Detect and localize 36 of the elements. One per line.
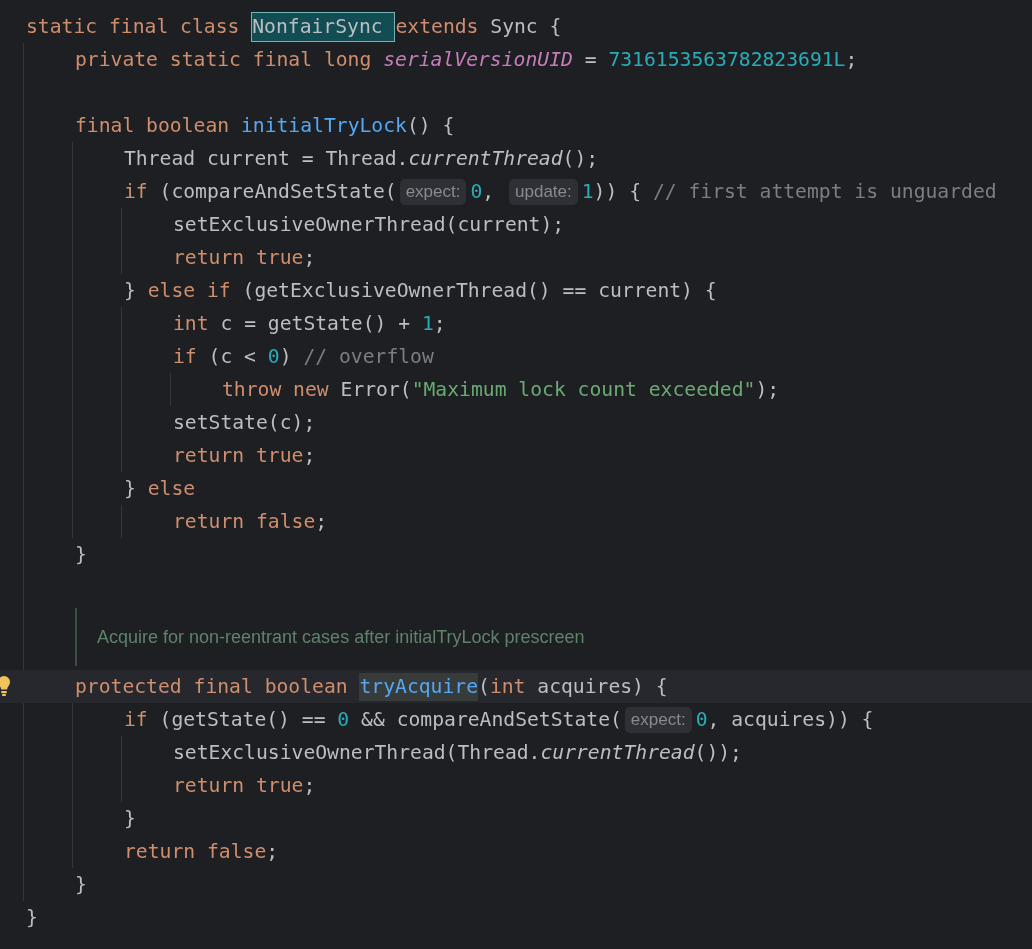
code-text: return false;: [173, 508, 328, 535]
selected-identifier: NonfairSync: [251, 11, 396, 42]
lightbulb-icon[interactable]: [0, 675, 10, 697]
code-text: 0,: [470, 178, 496, 205]
usage-highlight: tryAcquire: [359, 672, 478, 701]
code-text: setState(c);: [173, 409, 316, 436]
code-text: throw new Error("Maximum lock count exceeded");: [222, 376, 780, 403]
parameter-hint: expect:: [624, 706, 692, 733]
code-text: return false;: [124, 838, 279, 865]
code-text: protected final boolean: [75, 673, 349, 700]
doc-comment: Acquire for non-reentrant cases after initialTryLock prescreen: [75, 608, 585, 666]
code-text: }: [75, 871, 87, 898]
code-text: return true;: [173, 772, 316, 799]
code-text: 1)) { // first attempt is unguarded: [581, 178, 997, 205]
code-text: final boolean initialTryLock() {: [75, 112, 455, 139]
code-text: setExclusiveOwnerThread(Thread.currentThread());: [173, 739, 742, 766]
code-text: int c = getState() + 1;: [173, 310, 446, 337]
code-text: return true;: [173, 244, 316, 271]
code-text: 0, acquires)) {: [695, 706, 874, 733]
code-text: Thread current = Thread.currentThread();: [124, 145, 599, 172]
parameter-hint: update:: [509, 178, 578, 205]
code-text: } else: [124, 475, 196, 502]
code-text: extends Sync {: [395, 13, 562, 40]
code-text: if (compareAndSetState(: [124, 178, 397, 205]
code-text: if (getState() == 0 && compareAndSetState(: [124, 706, 622, 733]
code-text: setExclusiveOwnerThread(current);: [173, 211, 565, 238]
code-text: }: [26, 904, 38, 931]
code-text: private static final long serialVersionUID = 7316153563782823691L;: [75, 46, 858, 73]
code-text: }: [124, 805, 136, 832]
code-text: } else if (getExclusiveOwnerThread() == current) {: [124, 277, 717, 304]
code-text: (int acquires) {: [478, 673, 668, 700]
code-text: if (c < 0) // overflow: [173, 343, 434, 370]
code-text: }: [75, 541, 87, 568]
code-text: return true;: [173, 442, 316, 469]
code-text: static final class: [26, 13, 241, 40]
parameter-hint: expect:: [399, 178, 467, 205]
